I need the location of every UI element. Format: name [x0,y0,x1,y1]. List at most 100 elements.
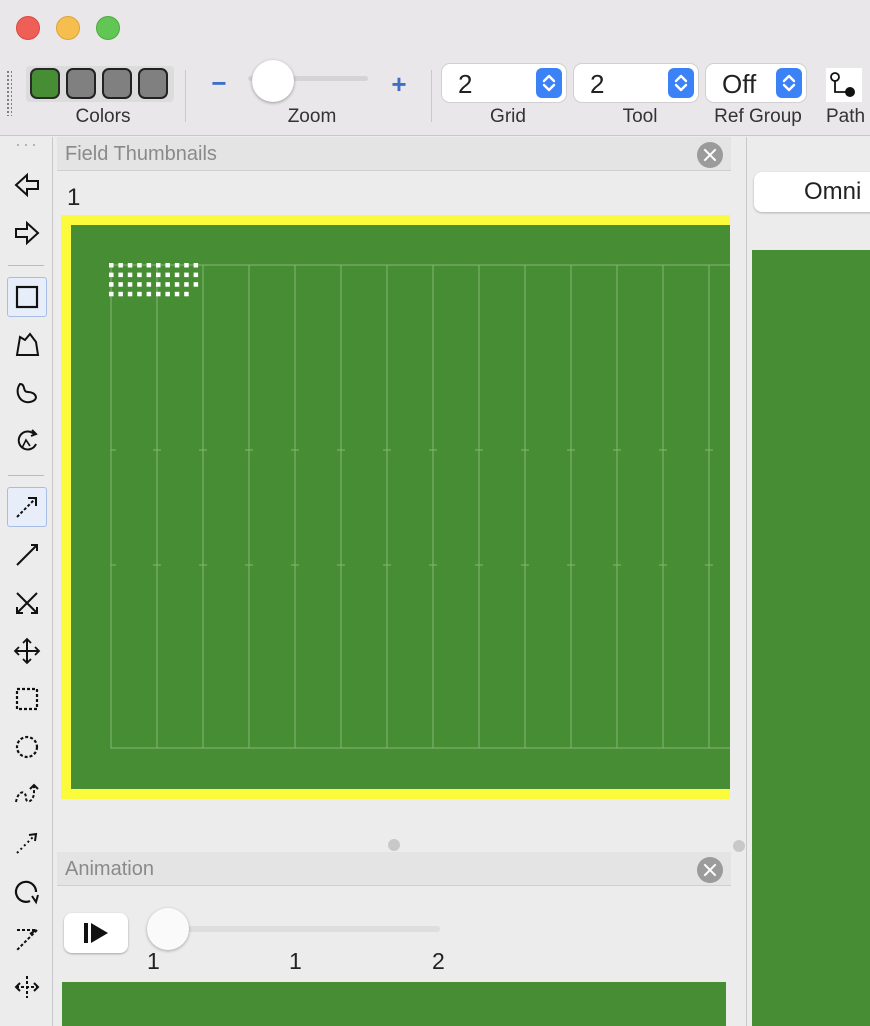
square-dotted-icon[interactable] [7,679,47,719]
tool-stepper[interactable]: 2 [574,64,698,102]
player-marker [193,282,199,287]
player-marker [127,282,133,287]
dotted-arrow-icon[interactable] [7,823,47,863]
freeform-shape-icon[interactable] [7,373,47,413]
animation-titlebar: Animation [57,852,731,886]
grid-stepper[interactable]: 2 [442,64,566,102]
line-arrow-icon[interactable] [7,535,47,575]
player-marker [118,282,123,287]
close-window-button[interactable] [16,16,40,40]
player-marker [109,263,114,268]
ref-group-value: Off [722,69,757,99]
omni-label: Omni [804,178,862,205]
player-marker [174,272,180,278]
title-bar [0,0,870,56]
animation-tick-label: 1 [289,948,302,974]
circle-dotted-icon[interactable] [7,727,47,767]
player-marker [127,272,133,278]
color-swatch-4[interactable] [138,68,168,99]
rotate-shape-icon[interactable] [7,421,47,461]
grid-value: 2 [458,69,473,99]
tool-label: Tool [622,106,658,127]
cross-routes-icon[interactable] [7,583,47,623]
color-swatch-2[interactable] [66,68,96,99]
player-marker [146,291,152,297]
player-marker [156,263,161,268]
player-marker [118,291,123,297]
player-marker [184,291,189,297]
omni-button[interactable]: Omni [754,172,870,212]
palette-separator [8,475,44,476]
toolbar-separator [185,70,186,122]
path-label: Path [826,106,866,127]
zoom-window-button[interactable] [96,16,120,40]
polygon-icon[interactable] [7,325,47,365]
main-field-canvas[interactable] [752,250,870,1026]
player-marker [193,263,199,268]
next-arrow-icon[interactable] [7,213,47,253]
zoom-label: Zoom [287,106,337,127]
move-cross-icon[interactable] [7,631,47,671]
zoom-in-button[interactable]: + [387,71,411,97]
player-marker [184,282,189,287]
player-marker [174,282,180,287]
player-marker [146,263,152,268]
zoom-out-button[interactable]: − [208,70,230,96]
player-marker [156,272,161,278]
animation-slider-knob[interactable] [147,908,189,950]
player-marker [165,272,170,278]
minimize-window-button[interactable] [56,16,80,40]
player-marker [137,291,142,297]
curl-route-icon[interactable] [7,775,47,815]
previous-arrow-icon[interactable] [7,165,47,205]
animation-tick-label: 2 [432,948,445,974]
toolbar: Colors − + Zoom 2 Grid 2 Tool Off Ref Gr… [0,56,870,136]
player-marker [109,272,114,278]
player-marker [118,272,123,278]
player-marker [146,272,152,278]
color-swatch-3[interactable] [102,68,132,99]
color-swatch-1[interactable] [30,68,60,99]
player-marker [174,291,180,297]
animation-slider-track[interactable] [150,926,440,932]
angled-route-icon[interactable] [7,919,47,959]
up-down-arrows-icon[interactable] [668,68,694,98]
ref-group-stepper[interactable]: Off [706,64,806,102]
path-icon[interactable] [826,68,862,102]
player-marker [109,282,114,287]
player-marker [137,272,142,278]
loop-route-icon[interactable] [7,871,47,911]
up-down-arrows-icon[interactable] [776,68,802,98]
rectangle-icon[interactable] [7,277,47,317]
split-divider-handle[interactable] [388,839,400,851]
player-marker [137,282,142,287]
up-down-arrows-icon[interactable] [536,68,562,98]
colors-label: Colors [75,106,131,127]
split-route-icon[interactable] [7,967,47,1007]
player-marker [165,282,170,287]
field-thumbnails-titlebar: Field Thumbnails [57,137,731,171]
player-marker [118,263,123,268]
color-swatches [26,66,174,102]
palette-separator [8,265,44,266]
split-divider-handle[interactable] [733,840,745,852]
player-marker [174,263,180,268]
play-icon [84,923,108,943]
player-marker [127,263,133,268]
palette-grip[interactable] [14,143,38,147]
close-icon[interactable] [697,857,723,883]
zoom-slider-knob[interactable] [252,60,294,102]
ref-group-label: Ref Group [714,106,802,127]
player-marker [156,291,161,297]
grid-label: Grid [490,106,526,127]
player-marker [184,263,189,268]
football-field[interactable] [71,225,730,789]
close-icon[interactable] [697,142,723,168]
toolbar-grip[interactable] [6,70,12,116]
tool-value: 2 [590,69,605,99]
route-arrow-icon[interactable] [7,487,47,527]
player-marker [184,272,189,278]
play-button[interactable] [64,913,128,953]
player-marker [165,291,170,297]
animation-field-preview [62,982,726,1026]
